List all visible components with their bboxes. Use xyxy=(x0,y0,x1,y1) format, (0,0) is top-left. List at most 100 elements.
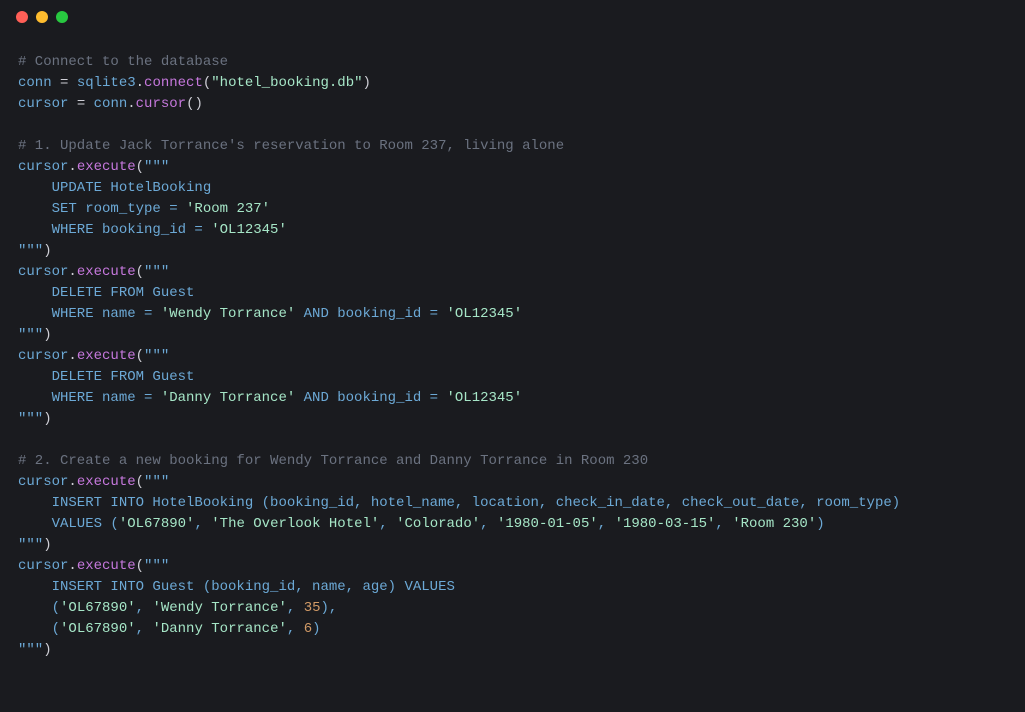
code-string: """ xyxy=(144,558,169,574)
code-string: """ xyxy=(18,243,43,259)
code-string: , xyxy=(480,516,497,532)
code-string: """ xyxy=(18,537,43,553)
code-number: 35 xyxy=(304,600,321,616)
code-string: 'OL12345' xyxy=(211,222,287,238)
code-string: 'Wendy Torrance' xyxy=(152,600,286,616)
code-token: execute xyxy=(77,264,136,280)
code-string: 'Danny Torrance' xyxy=(161,390,295,406)
code-number: 6 xyxy=(304,621,312,637)
code-comment: # Connect to the database xyxy=(18,54,228,70)
code-string: AND booking_id = xyxy=(295,306,446,322)
code-string: , xyxy=(287,621,304,637)
code-string: INSERT INTO Guest (booking_id, name, age… xyxy=(18,579,455,595)
code-token: execute xyxy=(77,348,136,364)
code-string: ) xyxy=(816,516,824,532)
code-string: """ xyxy=(144,474,169,490)
code-string: UPDATE HotelBooking xyxy=(18,180,211,196)
code-token: ( xyxy=(136,474,144,490)
code-token: ) xyxy=(43,642,51,658)
code-string: DELETE FROM Guest xyxy=(18,369,194,385)
code-string: 'The Overlook Hotel' xyxy=(211,516,379,532)
code-token: . xyxy=(136,75,144,91)
code-string: , xyxy=(379,516,396,532)
code-string: 'Wendy Torrance' xyxy=(161,306,295,322)
code-token: ( xyxy=(136,348,144,364)
code-string: '1980-03-15' xyxy=(615,516,716,532)
code-token: conn xyxy=(94,96,128,112)
code-comment: # 1. Update Jack Torrance's reservation … xyxy=(18,138,564,154)
code-string: ( xyxy=(18,600,60,616)
code-token: cursor xyxy=(18,558,68,574)
code-string: """ xyxy=(144,264,169,280)
code-token: ( xyxy=(136,264,144,280)
code-string: "hotel_booking.db" xyxy=(211,75,362,91)
code-window: # Connect to the database conn = sqlite3… xyxy=(0,0,1025,712)
code-string: VALUES ( xyxy=(18,516,119,532)
code-token: = xyxy=(52,75,77,91)
code-token: ) xyxy=(363,75,371,91)
code-string: 'OL67890' xyxy=(119,516,195,532)
code-string: """ xyxy=(144,348,169,364)
code-string: 'Room 230' xyxy=(732,516,816,532)
code-token: ) xyxy=(43,537,51,553)
code-token: . xyxy=(68,348,76,364)
code-string: 'Room 237' xyxy=(186,201,270,217)
code-token: . xyxy=(68,474,76,490)
code-string: 'OL67890' xyxy=(60,600,136,616)
code-string: 'Danny Torrance' xyxy=(152,621,286,637)
code-token: ) xyxy=(43,243,51,259)
code-token: . xyxy=(68,159,76,175)
code-token: cursor xyxy=(136,96,186,112)
code-token: cursor xyxy=(18,159,68,175)
code-token: execute xyxy=(77,474,136,490)
code-string: ) xyxy=(312,621,320,637)
code-string: WHERE name = xyxy=(18,390,161,406)
code-string: WHERE name = xyxy=(18,306,161,322)
maximize-icon[interactable] xyxy=(56,11,68,23)
code-string: SET room_type = xyxy=(18,201,186,217)
code-string: , xyxy=(715,516,732,532)
code-string: ( xyxy=(18,621,60,637)
code-token: execute xyxy=(77,159,136,175)
code-token: cursor xyxy=(18,264,68,280)
code-token: . xyxy=(127,96,135,112)
code-string: 'Colorado' xyxy=(396,516,480,532)
code-string: 'OL67890' xyxy=(60,621,136,637)
code-token: conn xyxy=(18,75,52,91)
code-string: '1980-01-05' xyxy=(497,516,598,532)
code-string: , xyxy=(136,600,153,616)
code-string: """ xyxy=(18,327,43,343)
close-icon[interactable] xyxy=(16,11,28,23)
code-string: , xyxy=(598,516,615,532)
code-string: """ xyxy=(18,411,43,427)
code-token: ) xyxy=(43,411,51,427)
code-token: execute xyxy=(77,558,136,574)
code-string: DELETE FROM Guest xyxy=(18,285,194,301)
code-string: , xyxy=(194,516,211,532)
code-editor[interactable]: # Connect to the database conn = sqlite3… xyxy=(0,34,1025,679)
code-token: cursor xyxy=(18,96,68,112)
code-token: cursor xyxy=(18,348,68,364)
code-string: AND booking_id = xyxy=(295,390,446,406)
code-token: = xyxy=(68,96,93,112)
code-token: ( xyxy=(203,75,211,91)
code-string: 'OL12345' xyxy=(446,306,522,322)
code-token: ( xyxy=(136,159,144,175)
code-string: """ xyxy=(18,642,43,658)
code-token: sqlite3 xyxy=(77,75,136,91)
code-string: """ xyxy=(144,159,169,175)
titlebar xyxy=(0,0,1025,34)
minimize-icon[interactable] xyxy=(36,11,48,23)
code-comment: # 2. Create a new booking for Wendy Torr… xyxy=(18,453,648,469)
code-token: . xyxy=(68,558,76,574)
code-token: ( xyxy=(136,558,144,574)
code-token: . xyxy=(68,264,76,280)
code-token: cursor xyxy=(18,474,68,490)
code-string: , xyxy=(287,600,304,616)
code-string: 'OL12345' xyxy=(446,390,522,406)
code-string: , xyxy=(136,621,153,637)
code-token: connect xyxy=(144,75,203,91)
code-token: ) xyxy=(43,327,51,343)
code-string: WHERE booking_id = xyxy=(18,222,211,238)
code-string: INSERT INTO HotelBooking (booking_id, ho… xyxy=(18,495,900,511)
